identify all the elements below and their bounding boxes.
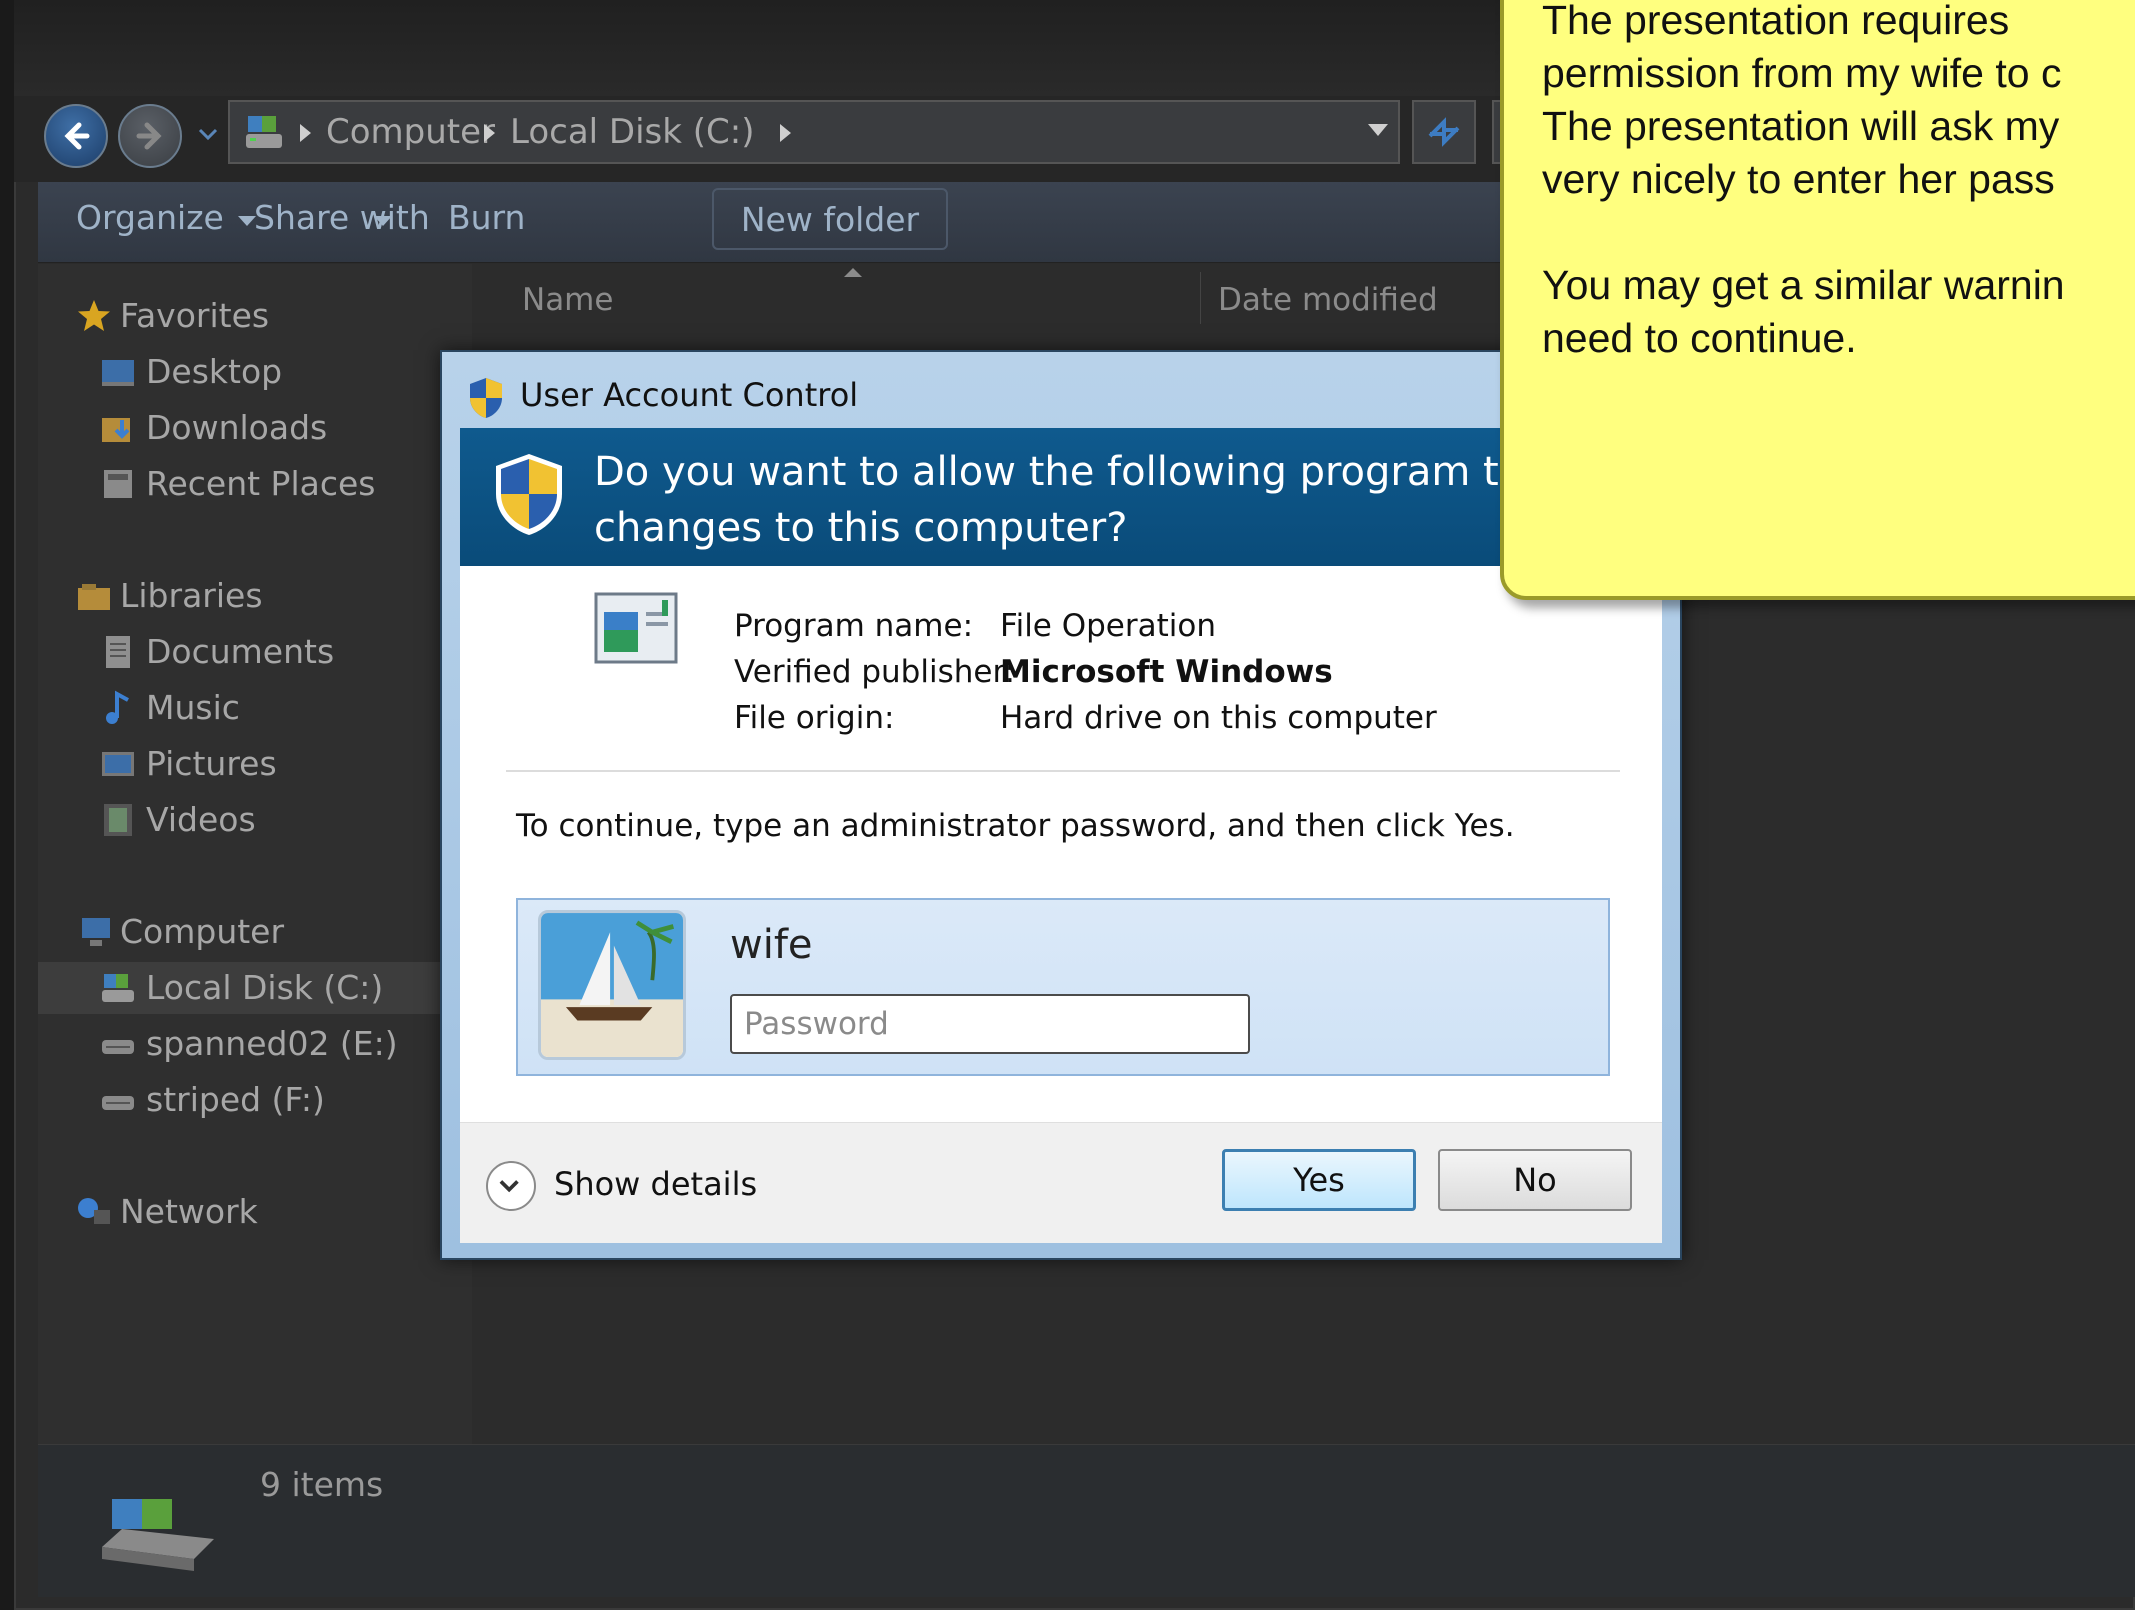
- nav-label: Network: [120, 1192, 258, 1231]
- breadcrumb-separator-icon[interactable]: [780, 124, 791, 142]
- downloads-folder-icon: [102, 418, 130, 442]
- nav-striped-drive[interactable]: striped (F:): [38, 1074, 472, 1126]
- breadcrumb-computer[interactable]: Computer: [326, 112, 495, 152]
- new-folder-button[interactable]: New folder: [712, 188, 948, 250]
- sailboat-picture-icon: [541, 913, 683, 1057]
- nav-network[interactable]: Network: [38, 1186, 472, 1238]
- nav-videos[interactable]: Videos: [38, 794, 472, 846]
- share-with-menu[interactable]: Share with: [254, 198, 430, 237]
- uac-client-area: Do you want to allow the following progr…: [460, 428, 1662, 1243]
- nav-label: Documents: [146, 632, 335, 671]
- nav-label: striped (F:): [146, 1080, 325, 1119]
- show-details-label[interactable]: Show details: [554, 1165, 757, 1203]
- nav-label: Videos: [146, 800, 256, 839]
- program-name-value: File Operation: [1000, 608, 1217, 644]
- share-with-dropdown-icon[interactable]: [374, 216, 392, 226]
- uac-shield-icon: [470, 378, 502, 418]
- drive-icon: [102, 1040, 134, 1054]
- nav-pictures[interactable]: Pictures: [38, 738, 472, 790]
- burn-button[interactable]: Burn: [448, 198, 525, 237]
- nav-label: Downloads: [146, 408, 328, 447]
- address-bar[interactable]: Computer Local Disk (C:): [228, 100, 1400, 164]
- back-arrow-icon: [64, 122, 90, 150]
- item-count: 9 items: [260, 1465, 384, 1504]
- nav-label: Desktop: [146, 352, 283, 391]
- breadcrumb-local-disk[interactable]: Local Disk (C:): [510, 112, 755, 152]
- forward-arrow-icon: [136, 122, 162, 150]
- user-avatar: [538, 910, 686, 1060]
- breadcrumb-separator-icon[interactable]: [484, 124, 495, 142]
- program-name-label: Program name:: [734, 608, 974, 644]
- annotation-callout: The presentation requires permission fro…: [1500, 0, 2135, 600]
- forward-button[interactable]: [118, 104, 182, 168]
- publisher-label: Verified publisher:: [734, 654, 1016, 690]
- uac-question: Do you want to allow the following progr…: [594, 449, 1575, 551]
- password-input[interactable]: [730, 994, 1250, 1054]
- organize-menu[interactable]: Organize: [76, 198, 224, 237]
- dialog-footer: Show details Yes No: [460, 1122, 1662, 1243]
- network-icon: [78, 1198, 110, 1224]
- show-details-toggle[interactable]: [486, 1161, 536, 1211]
- nav-music[interactable]: Music: [38, 682, 472, 734]
- nav-desktop[interactable]: Desktop: [38, 346, 472, 398]
- local-disk-icon: [246, 116, 282, 148]
- nav-downloads[interactable]: Downloads: [38, 402, 472, 454]
- back-button[interactable]: [44, 104, 108, 168]
- nav-local-disk[interactable]: Local Disk (C:): [38, 962, 472, 1014]
- music-note-icon: [106, 690, 129, 724]
- nav-label: Local Disk (C:): [146, 968, 384, 1007]
- sort-ascending-icon: [844, 268, 862, 277]
- chevron-down-icon: [499, 1180, 519, 1193]
- nav-label: Recent Places: [146, 464, 376, 503]
- callout-text: The presentation requires permission fro…: [1542, 0, 2065, 361]
- documents-icon: [106, 636, 130, 668]
- file-origin-label: File origin:: [734, 700, 895, 736]
- nav-label: spanned02 (E:): [146, 1024, 398, 1063]
- drive-icon: [102, 1096, 134, 1110]
- nav-documents[interactable]: Documents: [38, 626, 472, 678]
- refresh-icon: [1428, 117, 1460, 147]
- local-disk-icon: [102, 974, 134, 1002]
- column-header-date-modified[interactable]: Date modified: [1218, 282, 1438, 318]
- nav-computer[interactable]: Computer: [38, 906, 472, 958]
- user-name: wife: [730, 922, 813, 968]
- publisher-value: Microsoft Windows: [1000, 654, 1333, 690]
- no-button[interactable]: No: [1438, 1149, 1632, 1211]
- dialog-title: User Account Control: [520, 376, 859, 414]
- nav-favorites[interactable]: Favorites: [38, 290, 472, 342]
- uac-banner: Do you want to allow the following progr…: [460, 428, 1662, 566]
- uac-dialog: User Account Control Do you want to allo…: [440, 350, 1682, 1260]
- instruction-text: To continue, type an administrator passw…: [516, 808, 1515, 844]
- program-window-icon: [594, 592, 678, 664]
- desktop-icon: [102, 360, 134, 386]
- refresh-button[interactable]: [1412, 100, 1476, 164]
- address-history-dropdown-icon[interactable]: [1368, 124, 1388, 136]
- videos-icon: [104, 804, 132, 836]
- nav-label: Favorites: [120, 296, 270, 335]
- navigation-pane: Favorites Desktop Downloads Recent Place…: [38, 264, 473, 1444]
- breadcrumb-separator-icon: [300, 124, 311, 142]
- nav-label: Music: [146, 688, 240, 727]
- libraries-icon: [78, 584, 110, 610]
- nav-spanned-drive[interactable]: spanned02 (E:): [38, 1018, 472, 1070]
- nav-recent-places[interactable]: Recent Places: [38, 458, 472, 510]
- local-disk-icon: [102, 1499, 214, 1571]
- pictures-icon: [102, 752, 134, 776]
- file-origin-value: Hard drive on this computer: [1000, 700, 1437, 736]
- uac-shield-icon: [496, 454, 562, 535]
- column-separator[interactable]: [1200, 272, 1201, 324]
- recent-places-icon: [104, 470, 132, 498]
- nav-label: Computer: [120, 912, 285, 951]
- details-pane: 9 items: [38, 1444, 2135, 1597]
- divider: [506, 770, 1620, 772]
- nav-libraries[interactable]: Libraries: [38, 570, 472, 622]
- nav-label: Pictures: [146, 744, 277, 783]
- column-header-name[interactable]: Name: [522, 282, 613, 318]
- credential-tile[interactable]: wife: [516, 898, 1610, 1076]
- recent-pages-chevron-icon[interactable]: [196, 122, 220, 146]
- computer-icon: [82, 918, 110, 946]
- star-icon: [78, 300, 110, 331]
- yes-button[interactable]: Yes: [1222, 1149, 1416, 1211]
- nav-label: Libraries: [120, 576, 263, 615]
